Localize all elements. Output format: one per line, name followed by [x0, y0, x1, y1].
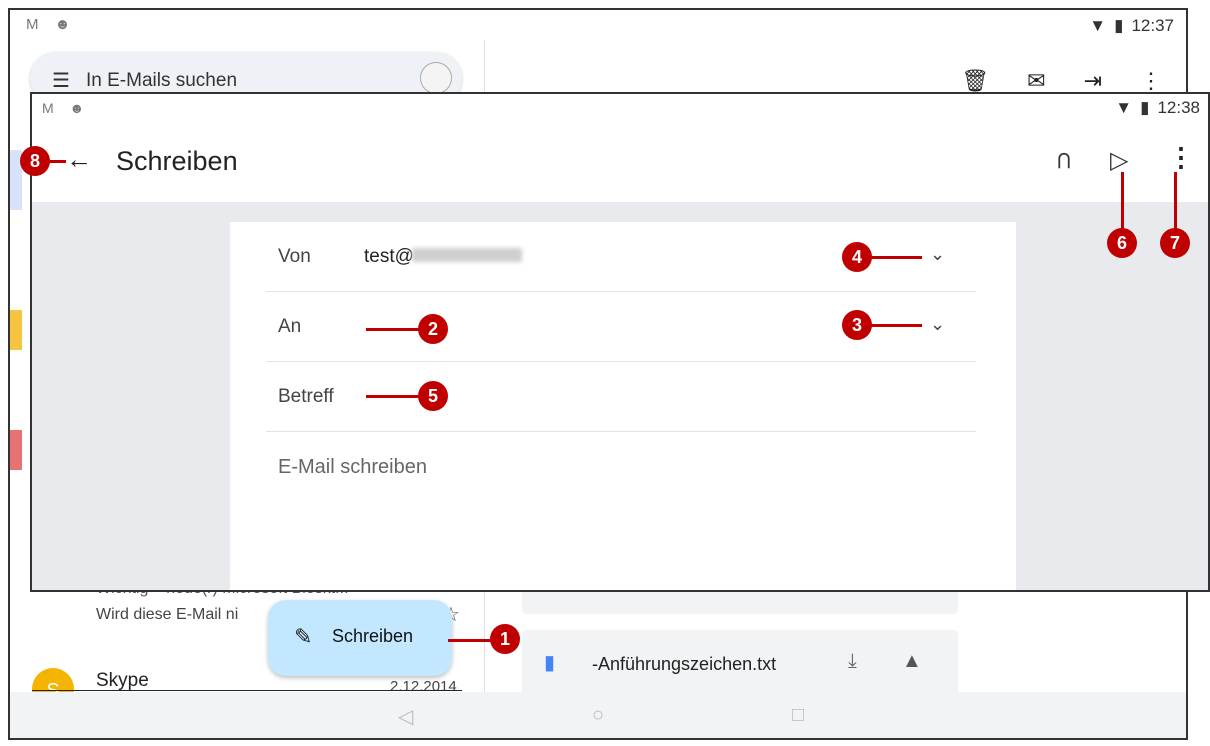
callout-line: [448, 639, 494, 642]
account-avatar[interactable]: [420, 62, 452, 94]
callout-badge: 1: [490, 624, 520, 654]
page-title: Schreiben: [116, 146, 238, 176]
body-input[interactable]: E-Mail schreiben: [278, 456, 427, 479]
callout-badge: 8: [20, 146, 50, 176]
nav-home-icon[interactable]: ○: [592, 704, 604, 727]
back-arrow-icon[interactable]: ←: [66, 144, 92, 175]
trash-icon[interactable]: 🗑: [961, 68, 989, 94]
attachment-card[interactable]: ▮ -Anführungszeichen.txt ⤓ ▲: [522, 630, 958, 700]
drive-icon[interactable]: ▲: [902, 650, 922, 673]
compose-app-bar: ← Schreiben ⊂ ▷ ⋮: [32, 122, 1208, 202]
callout-line: [870, 256, 922, 259]
doc-icon: ▮: [544, 652, 556, 674]
compose-form: Von test@ ⌄ An ⌄ Betreff E-Mail schreibe…: [230, 222, 1016, 590]
nav-recents-icon[interactable]: □: [792, 704, 804, 727]
chevron-down-icon[interactable]: ⌄: [930, 314, 945, 335]
nav-back-icon[interactable]: ◁: [398, 704, 413, 729]
more-icon[interactable]: ⋮: [1168, 142, 1194, 173]
compose-screen: M ☻ ▼ ▮ 12:38 ← Schreiben ⊂ ▷ ⋮ Von test…: [30, 92, 1210, 592]
callout-line: [366, 328, 422, 331]
callout-badge: 7: [1160, 228, 1190, 258]
callout-badge: 5: [418, 381, 448, 411]
callout-badge: 2: [418, 314, 448, 344]
mail-sender[interactable]: Skype: [96, 670, 149, 692]
message-actions: 🗑 ✉ ⇥ ⋮: [961, 68, 1162, 94]
callout-line: [48, 160, 66, 163]
battery-icon: ▮: [1140, 98, 1150, 117]
avatar-edge: [10, 430, 22, 470]
callout-line: [1174, 172, 1177, 232]
chevron-down-icon[interactable]: ⌄: [930, 244, 945, 265]
callout-badge: 3: [842, 310, 872, 340]
subject-label: Betreff: [278, 386, 334, 407]
status-bar-right: ▼ ▮ 12:37: [1089, 16, 1174, 36]
wifi-icon: ▼: [1115, 98, 1133, 117]
callout-badge: 6: [1107, 228, 1137, 258]
attach-icon[interactable]: ⊂: [1050, 150, 1079, 170]
download-icon[interactable]: ⤓: [848, 650, 857, 673]
to-label: An: [278, 316, 302, 337]
more-icon[interactable]: ⋮: [1140, 68, 1162, 94]
status-time: 12:37: [1131, 16, 1174, 35]
send-icon[interactable]: ▷: [1110, 146, 1128, 175]
fab-label: Schreiben: [332, 626, 414, 646]
status-bar-right: ▼ ▮ 12:38: [1115, 98, 1200, 118]
mail-snippet[interactable]: Wird diese E-Mail ni: [96, 606, 238, 624]
compose-fab[interactable]: ✎ Schreiben: [268, 600, 452, 676]
menu-icon[interactable]: ☰: [52, 68, 70, 93]
wifi-icon: ▼: [1089, 16, 1107, 35]
battery-icon: ▮: [1114, 16, 1124, 35]
attachment-filename: -Anführungszeichen.txt: [592, 654, 777, 674]
callout-line: [1121, 172, 1124, 232]
mail-icon[interactable]: ✉: [1027, 68, 1045, 94]
search-input[interactable]: In E-Mails suchen: [86, 70, 237, 92]
from-label: Von: [278, 246, 311, 267]
blurred-address: [412, 248, 522, 262]
status-time: 12:38: [1157, 98, 1200, 117]
status-bar-notification-icons: M ☻: [42, 100, 91, 116]
avatar-edge: [10, 310, 22, 350]
pencil-icon: ✎: [294, 624, 313, 649]
system-nav-bar: ◁ ○ □: [10, 692, 1186, 738]
divider: [32, 690, 462, 691]
callout-badge: 4: [842, 242, 872, 272]
status-bar-notification-icons: M ☻: [26, 16, 77, 33]
callout-line: [870, 324, 922, 327]
move-icon[interactable]: ⇥: [1084, 68, 1102, 94]
from-value: test@: [364, 246, 414, 267]
callout-line: [366, 395, 422, 398]
